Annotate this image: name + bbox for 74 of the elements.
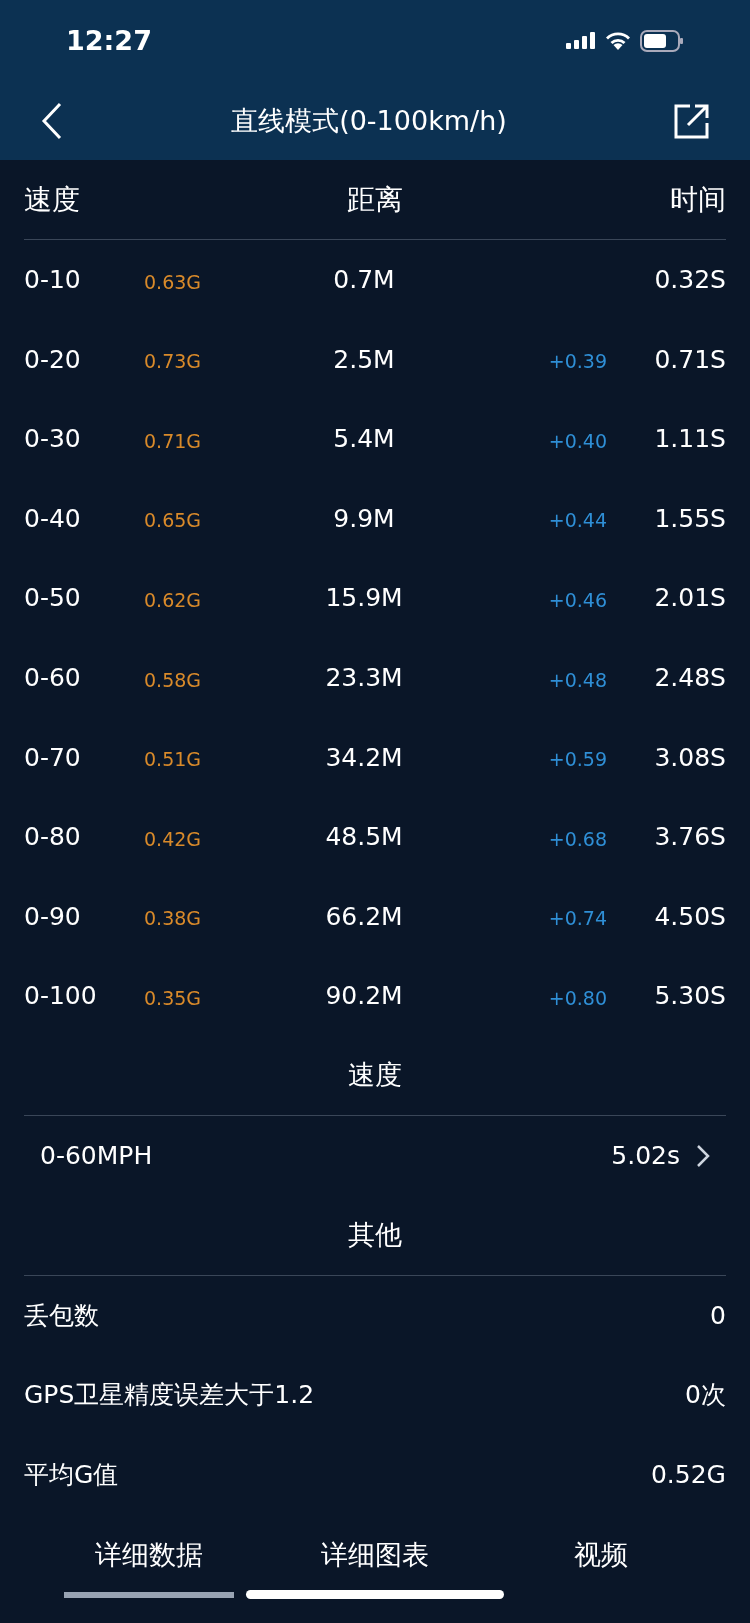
g-force-value: 0.35G xyxy=(144,986,202,1009)
battery-icon xyxy=(640,30,684,52)
column-header: 距离 xyxy=(347,181,403,218)
distance-value: 34.2M xyxy=(325,742,403,772)
time-value: 5.30S xyxy=(654,981,726,1011)
chevron-icon xyxy=(696,1143,710,1168)
time-delta: +0.40 xyxy=(548,429,607,452)
time-value: 3.76S xyxy=(654,822,726,852)
distance-value: 66.2M xyxy=(325,901,403,931)
row-value: 5.02s xyxy=(611,1140,680,1172)
time-value: 4.50S xyxy=(654,901,726,931)
time-value: 2.48S xyxy=(654,663,726,692)
speed-range: 0-70 xyxy=(24,742,81,772)
wifi-icon xyxy=(604,31,632,51)
section-title: 其他 xyxy=(348,1217,402,1252)
g-force-value: 0.63G xyxy=(144,270,202,293)
g-force-value: 0.42G xyxy=(144,827,202,850)
time-value: 0.71S xyxy=(654,344,726,374)
distance-value: 23.3M xyxy=(325,663,403,692)
g-force-value: 0.65G xyxy=(144,509,202,532)
column-header: 速度 xyxy=(24,181,80,218)
distance-value: 2.5M xyxy=(333,344,395,374)
column-header: 时间 xyxy=(670,181,726,218)
distance-value: 9.9M xyxy=(333,503,395,533)
time-delta: +0.59 xyxy=(548,748,607,771)
tab[interactable]: 详细数据 xyxy=(64,1521,234,1598)
time-delta: +0.44 xyxy=(548,509,607,532)
distance-value: 48.5M xyxy=(325,822,403,852)
tab[interactable]: 详细图表 xyxy=(290,1521,460,1598)
time-delta: +0.46 xyxy=(548,588,607,611)
speed-range: 0-40 xyxy=(24,503,81,533)
time-value: 0.32S xyxy=(654,265,726,295)
speed-range: 0-50 xyxy=(24,583,81,613)
time-delta: +0.68 xyxy=(548,827,607,850)
row-value: 0次 xyxy=(685,1379,726,1412)
row-label: 丢包数 xyxy=(24,1299,99,1332)
distance-value: 0.7M xyxy=(333,265,395,295)
row-value: 0.52G xyxy=(650,1458,726,1491)
signal-icon xyxy=(566,31,596,51)
page-title: 直线模式(0-100km/h) xyxy=(231,103,507,138)
speed-range: 0-100 xyxy=(24,981,97,1011)
row-value: 0 xyxy=(710,1299,726,1332)
tab[interactable]: 视频 xyxy=(516,1521,686,1598)
time-delta: +0.39 xyxy=(548,350,607,373)
g-force-value: 0.71G xyxy=(144,429,202,452)
time-delta: +0.48 xyxy=(548,668,607,691)
speed-range: 0-30 xyxy=(24,424,81,454)
section-title: 速度 xyxy=(348,1058,402,1093)
g-force-value: 0.51G xyxy=(144,748,202,771)
row-label: 0-60MPH xyxy=(40,1140,153,1172)
speed-range: 0-20 xyxy=(24,344,81,374)
time-value: 3.08S xyxy=(654,742,726,772)
speed-range: 0-80 xyxy=(24,822,81,852)
speed-range: 0-10 xyxy=(24,265,81,295)
distance-value: 15.9M xyxy=(325,583,403,613)
g-force-value: 0.38G xyxy=(144,907,202,930)
g-force-value: 0.73G xyxy=(144,350,202,373)
time-value: 2.01S xyxy=(654,583,726,613)
back-icon[interactable] xyxy=(40,101,64,141)
time-value: 1.11S xyxy=(654,424,726,454)
row-label: 平均G值 xyxy=(24,1458,119,1491)
time-value: 1.55S xyxy=(654,503,726,533)
row-label: GPS卫星精度误差大于1.2 xyxy=(24,1379,315,1412)
time-delta: +0.74 xyxy=(548,907,607,930)
distance-value: 90.2M xyxy=(325,981,403,1011)
g-force-value: 0.58G xyxy=(144,668,202,691)
time-delta: +0.80 xyxy=(548,986,607,1009)
g-force-value: 0.62G xyxy=(144,588,202,611)
speed-range: 0-60 xyxy=(24,663,81,692)
distance-value: 5.4M xyxy=(333,424,395,454)
result-row[interactable]: 0-60MPH 5.02s xyxy=(24,1115,726,1196)
speed-range: 0-90 xyxy=(24,901,81,931)
share-icon[interactable] xyxy=(674,103,710,139)
status-time: 12:27 xyxy=(66,23,152,58)
